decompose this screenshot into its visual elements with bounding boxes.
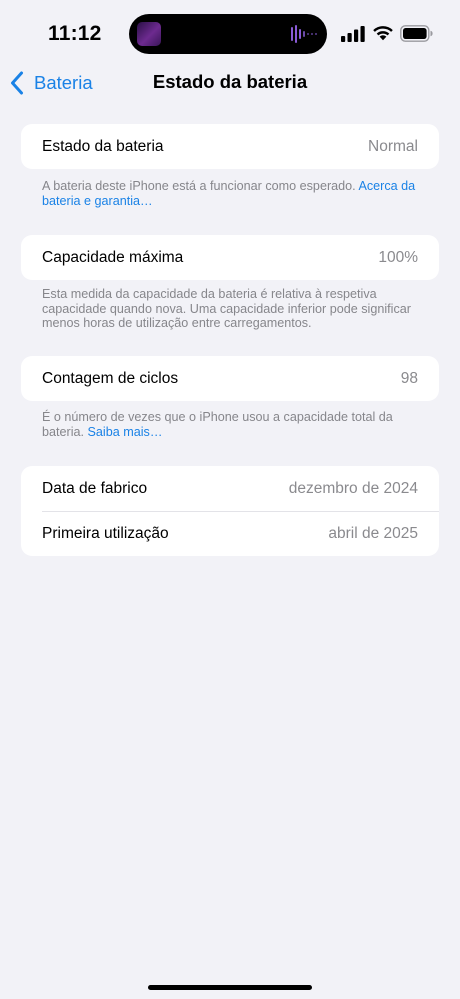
status-bar: 11:12: [0, 0, 460, 70]
status-time: 11:12: [48, 22, 102, 45]
learn-more-link[interactable]: Saiba mais…: [88, 425, 163, 439]
now-playing-artwork: [137, 22, 161, 46]
page-title: Estado da bateria: [152, 71, 308, 92]
home-indicator[interactable]: [148, 985, 312, 990]
maximum-capacity-label: Capacidade máxima: [42, 248, 184, 266]
first-use-label: Primeira utilização: [42, 524, 169, 542]
wifi-icon: [373, 26, 393, 41]
dynamic-island[interactable]: [129, 14, 327, 54]
cycle-count-card: Contagem de ciclos 98: [21, 356, 439, 401]
battery-health-label: Estado da bateria: [42, 137, 164, 155]
manufacture-date-value: dezembro de 2024: [288, 479, 418, 497]
battery-health-value: Normal: [368, 137, 418, 155]
maximum-capacity-value: 100%: [378, 248, 418, 266]
battery-health-row: Estado da bateria Normal: [21, 124, 439, 169]
battery-dates-card: Data de fabrico dezembro de 2024 Primeir…: [21, 466, 439, 556]
cycle-count-footnote: É o número de vezes que o iPhone usou a …: [42, 410, 424, 439]
first-use-value: abril de 2025: [328, 524, 418, 542]
maximum-capacity-card: Capacidade máxima 100%: [21, 235, 439, 280]
cycle-count-row: Contagem de ciclos 98: [21, 356, 439, 401]
maximum-capacity-row: Capacidade máxima 100%: [21, 235, 439, 280]
maximum-capacity-footnote: Esta medida da capacidade da bateria é r…: [42, 287, 411, 330]
battery-health-footnote: A bateria deste iPhone está a funcionar …: [42, 179, 424, 208]
audio-waveform-icon: [291, 25, 317, 43]
first-use-row: Primeira utilização abril de 2025: [21, 511, 439, 556]
battery-icon: [400, 25, 433, 42]
battery-health-card: Estado da bateria Normal: [21, 124, 439, 169]
cellular-signal-icon: [341, 26, 365, 42]
manufacture-date-row: Data de fabrico dezembro de 2024: [21, 466, 439, 511]
manufacture-date-label: Data de fabrico: [42, 479, 148, 497]
navigation-bar: Bateria Estado da bateria: [0, 62, 460, 102]
cycle-count-value: 98: [400, 369, 418, 387]
cycle-count-label: Contagem de ciclos: [42, 369, 179, 387]
battery-health-footnote-text: A bateria deste iPhone está a funcionar …: [42, 179, 356, 193]
